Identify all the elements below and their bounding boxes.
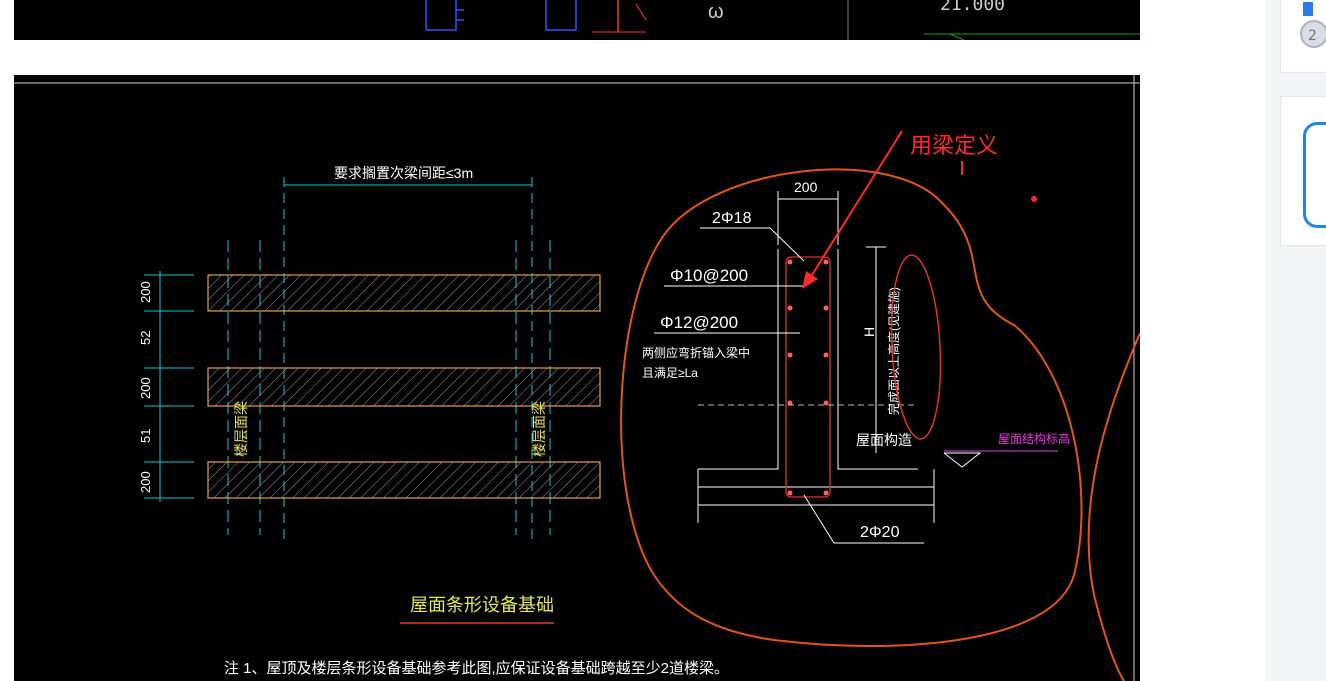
bend-note-2: 且满足≥La (642, 366, 698, 380)
cad-image-top: ω 21.000 (14, 0, 1140, 40)
beam-label-right: 楼层面梁 (531, 401, 547, 457)
elevation-label: 屋面结构标高 (998, 431, 1070, 446)
annotation-label: 用梁定义 (910, 133, 998, 158)
svg-text:2: 2 (1308, 28, 1317, 44)
medal-icon[interactable]: 2 (1300, 0, 1326, 52)
top-strip-symbol: ω (708, 1, 724, 23)
bottom-bars-label: 2Φ20 (860, 524, 900, 541)
dim-label-3: 200 (138, 377, 153, 399)
beam-label-left: 楼层面梁 (233, 401, 249, 457)
roof-layer-label: 屋面构造 (856, 432, 912, 448)
drawing-title: 屋面条形设备基础 (410, 595, 554, 615)
height-label: H (861, 327, 877, 337)
dim-label-1: 200 (138, 281, 153, 303)
dim-label-4: 51 (138, 429, 153, 443)
bend-note-1: 两侧应弯折锚入梁中 (642, 345, 750, 360)
markup-loop (620, 168, 1083, 648)
stirrup-label: Φ10@200 (670, 266, 748, 285)
top-strip-level: 21.000 (940, 0, 1005, 15)
dim-label-2: 52 (138, 331, 153, 345)
annotation-arrow (811, 130, 903, 276)
top-bars-label: 2Φ18 (712, 210, 752, 227)
drawing-note: 注 1、屋顶及楼层条形设备基础参考此图,应保证设备基础跨越至少2道楼梁。 (224, 659, 729, 677)
vertical-height-note: 完成面以上高度(见建施) (886, 287, 901, 415)
top-spacing-dimension: 要求搁置次梁间距≤3m (334, 165, 473, 181)
side-bars-label: Φ12@200 (660, 313, 738, 332)
dim-label-5: 200 (138, 471, 153, 493)
cad-drawing-image: 要求搁置次梁间距≤3m 200 52 200 51 200 楼层面梁 楼层面梁 … (14, 75, 1140, 681)
frame-icon[interactable] (1303, 122, 1326, 228)
section-width-dim: 200 (794, 179, 818, 195)
